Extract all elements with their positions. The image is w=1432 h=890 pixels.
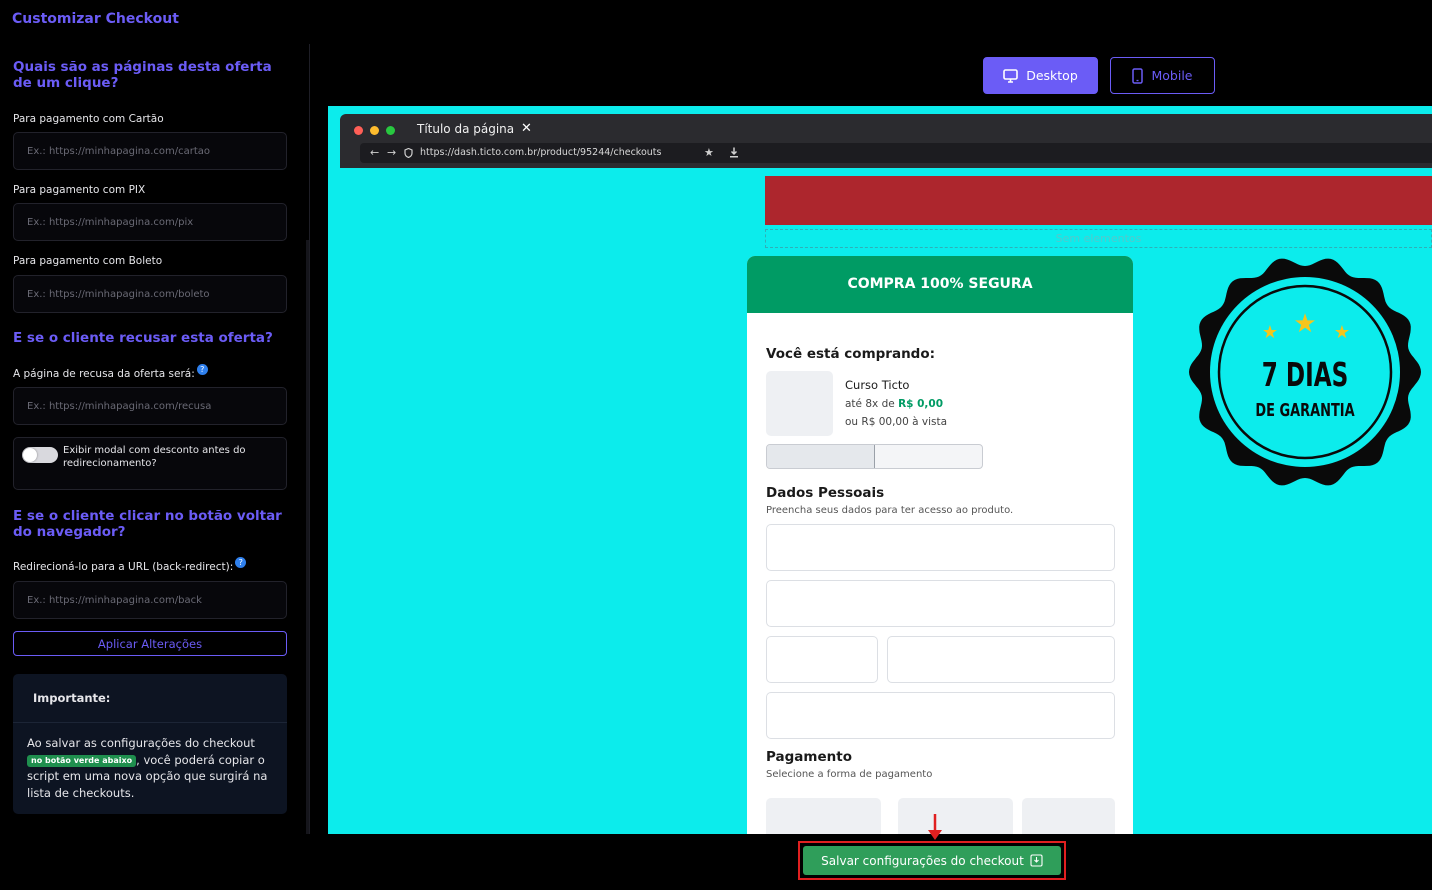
sidebar-scrollbar[interactable]	[306, 240, 309, 834]
minimize-dot-icon	[370, 126, 379, 135]
card-url-input[interactable]	[13, 132, 287, 170]
forward-arrow-icon: →	[387, 146, 397, 159]
page-title: Customizar Checkout	[12, 11, 179, 27]
browser-url: https://dash.ticto.com.br/product/95244/…	[420, 147, 662, 158]
boleto-url-label: Para pagamento com Boleto	[13, 255, 163, 267]
name-field[interactable]	[766, 524, 1115, 571]
checkout-preview: Título da página ✕ ← → https://dash.tict…	[328, 106, 1432, 834]
product-installments: até 8x de R$ 0,00	[845, 398, 943, 410]
personal-data-subtitle: Preencha seus dados para ter acesso ao p…	[766, 505, 1014, 516]
browser-url-bar: ← → https://dash.ticto.com.br/product/95…	[360, 143, 1432, 163]
top-banner	[765, 176, 1432, 225]
country-code-field[interactable]	[766, 636, 878, 683]
payment-option[interactable]	[766, 798, 881, 834]
desktop-label: Desktop	[1026, 68, 1078, 83]
download-icon	[730, 147, 738, 158]
star-icon: ★	[1262, 322, 1278, 343]
empty-drop-zone: Sem elementos	[765, 229, 1432, 248]
star-icon: ★	[1334, 322, 1350, 343]
product-cash-price: ou R$ 00,00 à vista	[845, 416, 948, 428]
payment-option[interactable]	[1022, 798, 1115, 834]
back-url-label-text: Redirecioná-lo para a URL (back-redirect…	[13, 561, 234, 573]
payment-option[interactable]	[898, 798, 1013, 834]
section-title-pages: Quais são as páginas desta oferta de um …	[13, 59, 272, 91]
arrow-down-icon	[928, 814, 942, 840]
close-dot-icon	[354, 126, 363, 135]
seal-guarantee: DE GARANTIA	[1255, 399, 1355, 421]
email-field[interactable]	[766, 580, 1115, 627]
guarantee-seal: ★ ★ ★ 7 DIAS DE GARANTIA	[1189, 258, 1421, 486]
pix-url-label: Para pagamento com PIX	[13, 184, 146, 196]
save-checkout-button[interactable]: Salvar configurações do checkout	[803, 846, 1061, 875]
note-title: Importante:	[33, 691, 111, 705]
back-arrow-icon: ←	[370, 146, 380, 159]
back-url-label: Redirecioná-lo para a URL (back-redirect…	[13, 557, 247, 573]
buying-title: Você está comprando:	[766, 346, 936, 362]
monitor-icon	[1003, 68, 1019, 83]
help-icon[interactable]: ?	[196, 364, 208, 375]
refuse-url-label-text: A página de recusa da oferta será:	[13, 368, 195, 380]
quantity-selector[interactable]	[766, 444, 983, 469]
installments-value: R$ 0,00	[898, 398, 944, 410]
payment-title: Pagamento	[766, 749, 852, 765]
mobile-label: Mobile	[1151, 68, 1193, 83]
boleto-url-input[interactable]	[13, 275, 287, 313]
section-title-back: E se o cliente clicar no botão voltar do…	[13, 508, 282, 540]
apply-changes-button[interactable]: Aplicar Alterações	[13, 631, 287, 656]
star-icon: ★	[704, 146, 714, 159]
browser-tab-title: Título da página	[417, 122, 515, 136]
phone-icon	[1132, 67, 1144, 84]
product-image	[766, 371, 833, 436]
browser-chrome: Título da página ✕ ← → https://dash.tict…	[340, 114, 1432, 168]
save-checkout-label: Salvar configurações do checkout	[821, 853, 1024, 868]
section-title-refuse: E se o cliente recusar esta oferta?	[13, 330, 273, 346]
note-divider	[13, 722, 287, 723]
tab-close-icon: ✕	[521, 121, 532, 136]
personal-data-title: Dados Pessoais	[766, 485, 885, 501]
seal-days: 7 DIAS	[1262, 356, 1349, 394]
note-badge: no botão verde abaixo	[27, 754, 137, 767]
document-field[interactable]	[766, 692, 1115, 739]
secure-purchase-header: COMPRA 100% SEGURA	[747, 256, 1133, 313]
refuse-url-input[interactable]	[13, 387, 287, 425]
refuse-url-label: A página de recusa da oferta será:?	[13, 364, 208, 380]
phone-field[interactable]	[887, 636, 1115, 683]
pix-url-input[interactable]	[13, 203, 287, 241]
payment-subtitle: Selecione a forma de pagamento	[766, 769, 933, 780]
note-text-start: Ao salvar as configurações do checkout	[27, 736, 255, 750]
help-icon[interactable]: ?	[235, 557, 247, 568]
desktop-view-button[interactable]: Desktop	[983, 57, 1098, 94]
installments-prefix: até 8x de	[845, 398, 895, 410]
product-name: Curso Ticto	[845, 378, 910, 392]
save-icon	[1030, 854, 1043, 867]
card-url-label: Para pagamento com Cartão	[13, 113, 164, 125]
maximize-dot-icon	[386, 126, 395, 135]
shield-icon	[404, 148, 413, 158]
checkout-card: COMPRA 100% SEGURA Você está comprando: …	[747, 256, 1133, 834]
discount-modal-option: Exibir modal com desconto antes do redir…	[13, 437, 287, 490]
back-url-input[interactable]	[13, 581, 287, 619]
important-note: Importante: Ao salvar as configurações d…	[13, 674, 287, 814]
discount-modal-label: Exibir modal com desconto antes do redir…	[63, 445, 246, 469]
sidebar-divider	[309, 44, 310, 834]
quantity-selector-segment[interactable]	[767, 445, 875, 468]
discount-modal-toggle[interactable]	[22, 447, 58, 463]
note-body: Ao salvar as configurações do checkout n…	[27, 735, 279, 801]
star-icon: ★	[1293, 309, 1316, 339]
mobile-view-button[interactable]: Mobile	[1110, 57, 1215, 94]
